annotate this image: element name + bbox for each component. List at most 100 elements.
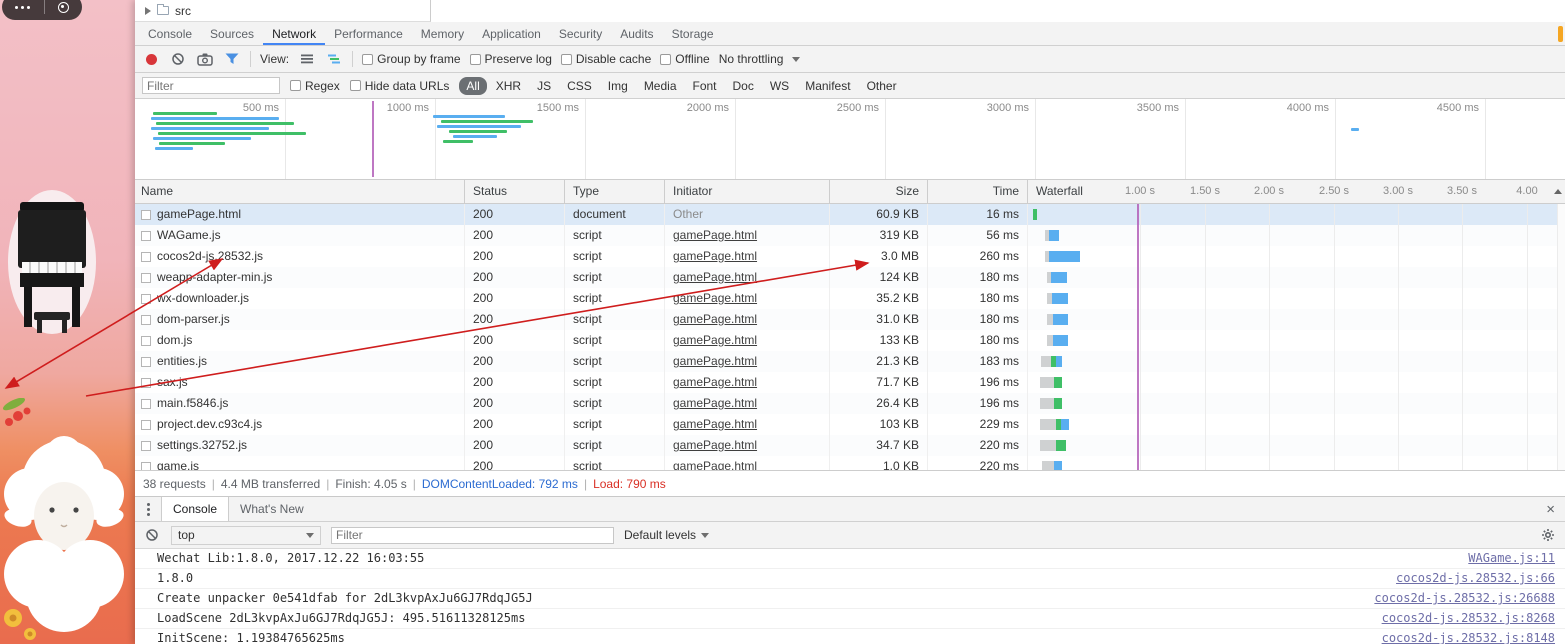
column-status[interactable]: Status: [465, 180, 565, 203]
table-row[interactable]: entities.js 200 script gamePage.html 21.3 KB…: [135, 351, 1565, 372]
file-tree-item-src[interactable]: src: [135, 0, 431, 22]
request-type: script: [565, 288, 665, 309]
tab-storage[interactable]: Storage: [663, 22, 723, 45]
pill-all[interactable]: All: [459, 76, 487, 95]
console-clear-button[interactable]: [143, 526, 161, 544]
tab-network[interactable]: Network: [263, 22, 325, 45]
regex-checkbox[interactable]: [290, 80, 301, 91]
console-source-link[interactable]: WAGame.js:11: [1468, 551, 1555, 566]
tab-application[interactable]: Application: [473, 22, 550, 45]
column-size[interactable]: Size: [830, 180, 928, 203]
waterfall-segment: [1040, 377, 1054, 388]
close-drawer-button[interactable]: ×: [1536, 497, 1565, 521]
network-filter-input[interactable]: [142, 77, 280, 94]
table-row[interactable]: project.dev.c93c4.js 200 script gamePage.ht…: [135, 414, 1565, 435]
group-by-frame-checkbox[interactable]: [362, 53, 374, 65]
table-row[interactable]: wx-downloader.js 200 script gamePage.html 35…: [135, 288, 1565, 309]
table-row[interactable]: dom.js 200 script gamePage.html 133 KB 180 ms: [135, 330, 1565, 351]
column-waterfall[interactable]: Waterfall 1.00 s 1.50 s 2.00 s 2.50 s 3.00 s3…: [1028, 180, 1565, 203]
request-initiator[interactable]: gamePage.html: [673, 228, 757, 242]
pill-xhr[interactable]: XHR: [489, 77, 528, 95]
tab-audits[interactable]: Audits: [611, 22, 662, 45]
request-initiator[interactable]: gamePage.html: [673, 375, 757, 389]
scroll-up-icon[interactable]: [1554, 189, 1562, 194]
request-waterfall: [1028, 309, 1565, 330]
request-status: 200: [465, 372, 565, 393]
tab-console[interactable]: Console: [139, 22, 201, 45]
request-initiator[interactable]: gamePage.html: [673, 249, 757, 263]
pill-ws[interactable]: WS: [763, 77, 796, 95]
capsule-menu-button[interactable]: [15, 5, 31, 9]
offline-checkbox[interactable]: [660, 53, 672, 65]
request-initiator[interactable]: gamePage.html: [673, 438, 757, 452]
tab-security[interactable]: Security: [550, 22, 611, 45]
pill-other[interactable]: Other: [860, 77, 904, 95]
request-initiator-cell: gamePage.html: [665, 246, 830, 267]
view-waterfall-icon[interactable]: [325, 50, 343, 68]
network-overview[interactable]: 500 ms 1000 ms 1500 ms 2000 ms 2500 ms 3000 m…: [135, 99, 1565, 180]
console-filter-input[interactable]: [331, 526, 614, 544]
request-initiator[interactable]: gamePage.html: [673, 291, 757, 305]
table-row[interactable]: game.js 200 script gamePage.html 1.0 KB 220 m…: [135, 456, 1565, 470]
tab-console-drawer[interactable]: Console: [161, 497, 230, 521]
console-settings-gear-icon[interactable]: [1539, 526, 1557, 544]
clear-button[interactable]: [169, 50, 187, 68]
table-row[interactable]: WAGame.js 200 script gamePage.html 319 KB 56 …: [135, 225, 1565, 246]
table-row[interactable]: main.f5846.js 200 script gamePage.html 26.4 …: [135, 393, 1565, 414]
table-row[interactable]: dom-parser.js 200 script gamePage.html 31.0 …: [135, 309, 1565, 330]
overview-bar: [156, 122, 294, 125]
tab-performance[interactable]: Performance: [325, 22, 412, 45]
waterfall-segment: [1040, 419, 1056, 430]
pill-media[interactable]: Media: [637, 77, 684, 95]
drawer-menu-button[interactable]: [135, 497, 161, 521]
console-source-link[interactable]: cocos2d-js.28532.js:66: [1396, 571, 1555, 586]
pill-font[interactable]: Font: [686, 77, 724, 95]
request-initiator[interactable]: gamePage.html: [673, 270, 757, 284]
table-row[interactable]: weapp-adapter-min.js 200 script gamePage.ht…: [135, 267, 1565, 288]
request-initiator[interactable]: gamePage.html: [673, 396, 757, 410]
record-button[interactable]: [142, 50, 160, 68]
pill-manifest[interactable]: Manifest: [798, 77, 857, 95]
table-scrollbar[interactable]: [1557, 204, 1565, 470]
capsule-close-icon[interactable]: [57, 1, 69, 13]
request-initiator[interactable]: gamePage.html: [673, 417, 757, 431]
file-icon: [141, 356, 151, 367]
column-time[interactable]: Time: [928, 180, 1028, 203]
preserve-log-checkbox[interactable]: [469, 53, 481, 65]
tab-sources[interactable]: Sources: [201, 22, 263, 45]
pill-doc[interactable]: Doc: [726, 77, 761, 95]
tab-whats-new[interactable]: What's New: [229, 497, 315, 521]
column-name[interactable]: Name: [135, 180, 465, 203]
disable-cache-checkbox[interactable]: [560, 53, 572, 65]
request-initiator-cell: gamePage.html: [665, 330, 830, 351]
request-initiator[interactable]: gamePage.html: [673, 459, 757, 470]
capture-screenshots-icon[interactable]: [196, 50, 214, 68]
disclosure-triangle-icon[interactable]: [145, 6, 151, 15]
pill-js[interactable]: JS: [530, 77, 558, 95]
request-initiator[interactable]: gamePage.html: [673, 354, 757, 368]
throttling-dropdown[interactable]: No throttling: [719, 52, 801, 66]
view-list-icon[interactable]: [298, 50, 316, 68]
table-row[interactable]: sax.js 200 script gamePage.html 71.7 KB 196 m…: [135, 372, 1565, 393]
console-source-link[interactable]: cocos2d-js.28532.js:8148: [1382, 631, 1555, 644]
tab-memory[interactable]: Memory: [412, 22, 473, 45]
request-initiator[interactable]: gamePage.html: [673, 312, 757, 326]
console-source-link[interactable]: cocos2d-js.28532.js:26688: [1374, 591, 1555, 606]
request-name: sax.js: [157, 375, 188, 389]
request-initiator[interactable]: gamePage.html: [673, 333, 757, 347]
column-initiator[interactable]: Initiator: [665, 180, 830, 203]
waterfall-segment: [1061, 419, 1069, 430]
pill-img[interactable]: Img: [601, 77, 635, 95]
hide-data-urls-checkbox[interactable]: [349, 80, 361, 91]
filter-funnel-icon[interactable]: [223, 50, 241, 68]
console-context-selector[interactable]: top: [171, 525, 321, 545]
pill-css[interactable]: CSS: [560, 77, 599, 95]
table-row[interactable]: settings.32752.js 200 script gamePage.html 3…: [135, 435, 1565, 456]
console-levels-dropdown[interactable]: Default levels: [624, 528, 710, 542]
table-row[interactable]: cocos2d-js.28532.js 200 script gamePage.htm…: [135, 246, 1565, 267]
request-name-cell: gamePage.html: [135, 204, 465, 225]
table-row[interactable]: gamePage.html 200 document Other 60.9 KB 16 m…: [135, 204, 1565, 225]
overview-gridline: [435, 99, 436, 179]
column-type[interactable]: Type: [565, 180, 665, 203]
console-source-link[interactable]: cocos2d-js.28532.js:8268: [1382, 611, 1555, 626]
